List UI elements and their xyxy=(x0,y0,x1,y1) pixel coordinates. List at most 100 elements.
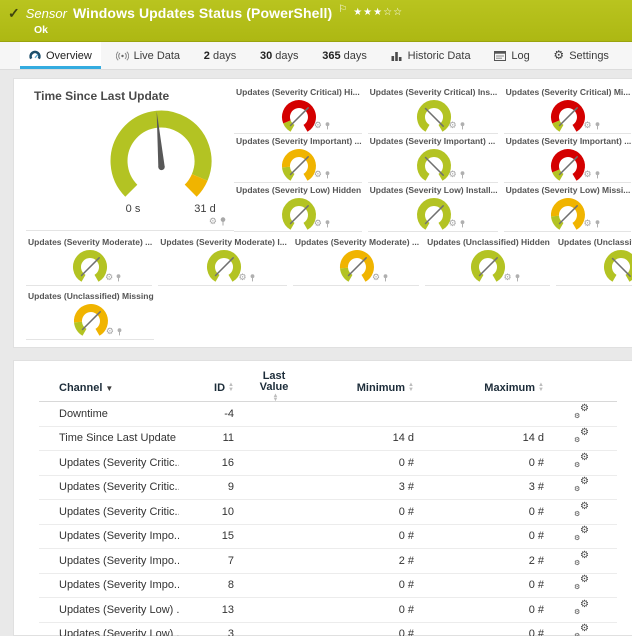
gauge-settings-gear-icon[interactable]: ⚙ xyxy=(239,273,247,282)
gauge-pin-icon[interactable] xyxy=(460,220,465,228)
gauge-pin-icon[interactable] xyxy=(325,220,330,228)
gauge-pin-icon[interactable] xyxy=(325,122,330,130)
channel-settings-gears-icon[interactable]: ⚙⚙ xyxy=(574,577,589,590)
object-kind-label: Sensor xyxy=(26,6,67,21)
column-header-minimum[interactable]: Minimum▲▼ xyxy=(314,382,414,394)
channel-settings-gears-icon[interactable]: ⚙⚙ xyxy=(574,553,589,566)
channel-settings-gears-icon[interactable]: ⚙⚙ xyxy=(574,406,589,419)
flag-icon[interactable]: ⚐ xyxy=(338,4,347,15)
channel-gauge-tile[interactable]: Updates (Unclassified) Install...⚙ xyxy=(556,235,632,286)
channel-row[interactable]: Updates (Severity Critic...93 #3 #⚙⚙ xyxy=(39,476,617,501)
gauge-title: Updates (Severity Important) ... xyxy=(506,136,632,146)
gauge-settings-gear-icon[interactable]: ⚙ xyxy=(449,170,457,179)
channel-row[interactable]: Updates (Severity Critic...100 #0 #⚙⚙ xyxy=(39,500,617,525)
channel-row[interactable]: Updates (Severity Critic...160 #0 #⚙⚙ xyxy=(39,451,617,476)
channel-gauge-tile[interactable]: Updates (Unclassified) Hidden ⚙ xyxy=(425,235,550,286)
tab-30-days[interactable]: 30 days xyxy=(251,42,308,69)
channel-gauge-tile[interactable]: Updates (Severity Important) ...⚙ xyxy=(234,134,362,183)
column-header-id[interactable]: ID▲▼ xyxy=(179,382,234,394)
priority-stars[interactable]: ★★★☆☆ xyxy=(353,7,403,18)
channel-settings-gears-icon[interactable]: ⚙⚙ xyxy=(574,504,589,517)
tab-label: 2 days xyxy=(204,50,236,62)
gauge-settings-gear-icon[interactable]: ⚙ xyxy=(314,170,322,179)
channel-row[interactable]: Updates (Severity Low) ...130 #0 #⚙⚙ xyxy=(39,598,617,623)
gauge-title: Updates (Severity Low) Install... xyxy=(370,185,498,195)
gauge-settings-gear-icon[interactable]: ⚙ xyxy=(372,273,380,282)
gauge-pin-icon[interactable] xyxy=(383,274,388,282)
gauge-title: Updates (Severity Moderate) ... xyxy=(295,237,419,247)
gauge-settings-gear-icon[interactable]: ⚙ xyxy=(314,121,322,130)
channel-row[interactable]: Updates (Severity Impo...80 #0 #⚙⚙ xyxy=(39,574,617,599)
channel-gauge-tile[interactable]: Updates (Severity Important) ...⚙ xyxy=(368,134,498,183)
gauge-pin-icon[interactable] xyxy=(595,171,600,179)
tab-settings[interactable]: ⚙Settings xyxy=(544,42,618,69)
gauge-pin-icon[interactable] xyxy=(595,220,600,228)
gauge-min-label: 0 s xyxy=(118,203,148,215)
channel-name: Updates (Severity Low) ... xyxy=(39,628,179,636)
gauge-settings-gear-icon[interactable]: ⚙ xyxy=(105,273,113,282)
channel-settings-gears-icon[interactable]: ⚙⚙ xyxy=(574,528,589,541)
channel-settings-gears-icon[interactable]: ⚙⚙ xyxy=(574,479,589,492)
column-header-channel[interactable]: Channel▼ xyxy=(39,382,179,394)
gauge-title: Updates (Unclassified) Hidden xyxy=(427,237,550,247)
channel-gauge-tile[interactable]: Updates (Severity Low) Install... ⚙ xyxy=(368,183,498,232)
sort-icon[interactable]: ▲▼ xyxy=(538,383,544,392)
channel-name: Updates (Severity Low) ... xyxy=(39,604,179,616)
tab-365-days[interactable]: 365 days xyxy=(313,42,376,69)
channel-settings-gears-icon[interactable]: ⚙⚙ xyxy=(574,430,589,443)
channel-gauge-tile[interactable]: Updates (Severity Critical) Hi... ⚙ xyxy=(234,85,362,134)
column-header-last-value[interactable]: Last Value ▲▼ xyxy=(234,371,314,404)
channel-gauge-tile[interactable]: Updates (Severity Critical) Mi...⚙ xyxy=(504,85,632,134)
gauge-pin-icon[interactable] xyxy=(460,171,465,179)
gauge-max-label: 31 d xyxy=(188,203,222,215)
gauge-pin-icon[interactable] xyxy=(250,274,255,282)
gauge-settings-gear-icon[interactable]: ⚙ xyxy=(449,219,457,228)
channel-gauge-tile[interactable]: Updates (Severity Critical) Ins...⚙ xyxy=(368,85,498,134)
gauge-pin-icon[interactable] xyxy=(460,122,465,130)
channel-gauge-tile[interactable]: Updates (Severity Low) Missi...⚙ xyxy=(504,183,632,232)
gauge-settings-gear-icon[interactable]: ⚙ xyxy=(209,217,217,226)
channel-settings-gears-icon[interactable]: ⚙⚙ xyxy=(574,626,589,636)
gauge-pin-icon[interactable] xyxy=(595,122,600,130)
gauge-title: Time Since Last Update xyxy=(26,85,234,103)
channel-settings-gears-icon[interactable]: ⚙⚙ xyxy=(574,602,589,615)
gauge-settings-gear-icon[interactable]: ⚙ xyxy=(314,219,322,228)
gauge-pin-icon[interactable] xyxy=(117,328,122,336)
tab-log[interactable]: Log xyxy=(485,42,538,69)
gauge-settings-gear-icon[interactable]: ⚙ xyxy=(503,273,511,282)
gauge-pin-icon[interactable] xyxy=(116,274,121,282)
tab-historic-data[interactable]: Historic Data xyxy=(382,42,480,69)
gauge-pin-icon[interactable] xyxy=(220,217,226,226)
gauge-settings-gear-icon[interactable]: ⚙ xyxy=(106,327,114,336)
channel-gauge-tile[interactable]: Updates (Severity Moderate) I...⚙ xyxy=(158,235,287,286)
primary-channel-gauge-tile[interactable]: Time Since Last Update 0 s 31 d ⚙ xyxy=(26,85,234,231)
historic-data-icon xyxy=(391,51,403,61)
channel-row[interactable]: Time Since Last Update1114 d14 d⚙⚙ xyxy=(39,427,617,452)
channel-gauge xyxy=(598,247,632,285)
channel-row[interactable]: Updates (Severity Low) ...30 #0 #⚙⚙ xyxy=(39,623,617,636)
gauge-settings-gear-icon[interactable]: ⚙ xyxy=(583,170,591,179)
channel-settings-gears-icon[interactable]: ⚙⚙ xyxy=(574,455,589,468)
tab-2-days[interactable]: 2 days xyxy=(195,42,245,69)
gauge-pin-icon[interactable] xyxy=(325,171,330,179)
tab-label: Historic Data xyxy=(408,50,471,62)
channel-row[interactable]: Updates (Severity Impo...150 #0 #⚙⚙ xyxy=(39,525,617,550)
gauge-settings-gear-icon[interactable]: ⚙ xyxy=(583,121,591,130)
tab-overview[interactable]: Overview xyxy=(20,42,101,69)
column-header-maximum[interactable]: Maximum▲▼ xyxy=(414,382,544,394)
gauge-pin-icon[interactable] xyxy=(515,274,520,282)
channel-row[interactable]: Downtime-4⚙⚙ xyxy=(39,402,617,427)
channel-gauge-tile[interactable]: Updates (Severity Moderate) ...⚙ xyxy=(26,235,152,286)
sort-icon[interactable]: ▲▼ xyxy=(273,394,279,403)
channel-gauge-tile[interactable]: Updates (Severity Moderate) ... ⚙ xyxy=(293,235,419,286)
gauges-panel: Time Since Last Update 0 s 31 d ⚙ Update… xyxy=(13,78,632,348)
gauge-settings-gear-icon[interactable]: ⚙ xyxy=(449,121,457,130)
channel-gauge-tile[interactable]: Updates (Unclassified) Missing⚙ xyxy=(26,289,154,340)
tab-live-data[interactable]: Live Data xyxy=(107,42,189,69)
channel-row[interactable]: Updates (Severity Impo...72 #2 #⚙⚙ xyxy=(39,549,617,574)
channel-gauge-tile[interactable]: Updates (Severity Low) Hidden⚙ xyxy=(234,183,362,232)
channel-id: 9 xyxy=(179,481,234,493)
channel-gauge-tile[interactable]: Updates (Severity Important) ... ⚙ xyxy=(504,134,632,183)
gauge-title: Updates (Severity Critical) Hi... xyxy=(236,87,362,97)
gauge-settings-gear-icon[interactable]: ⚙ xyxy=(583,219,591,228)
